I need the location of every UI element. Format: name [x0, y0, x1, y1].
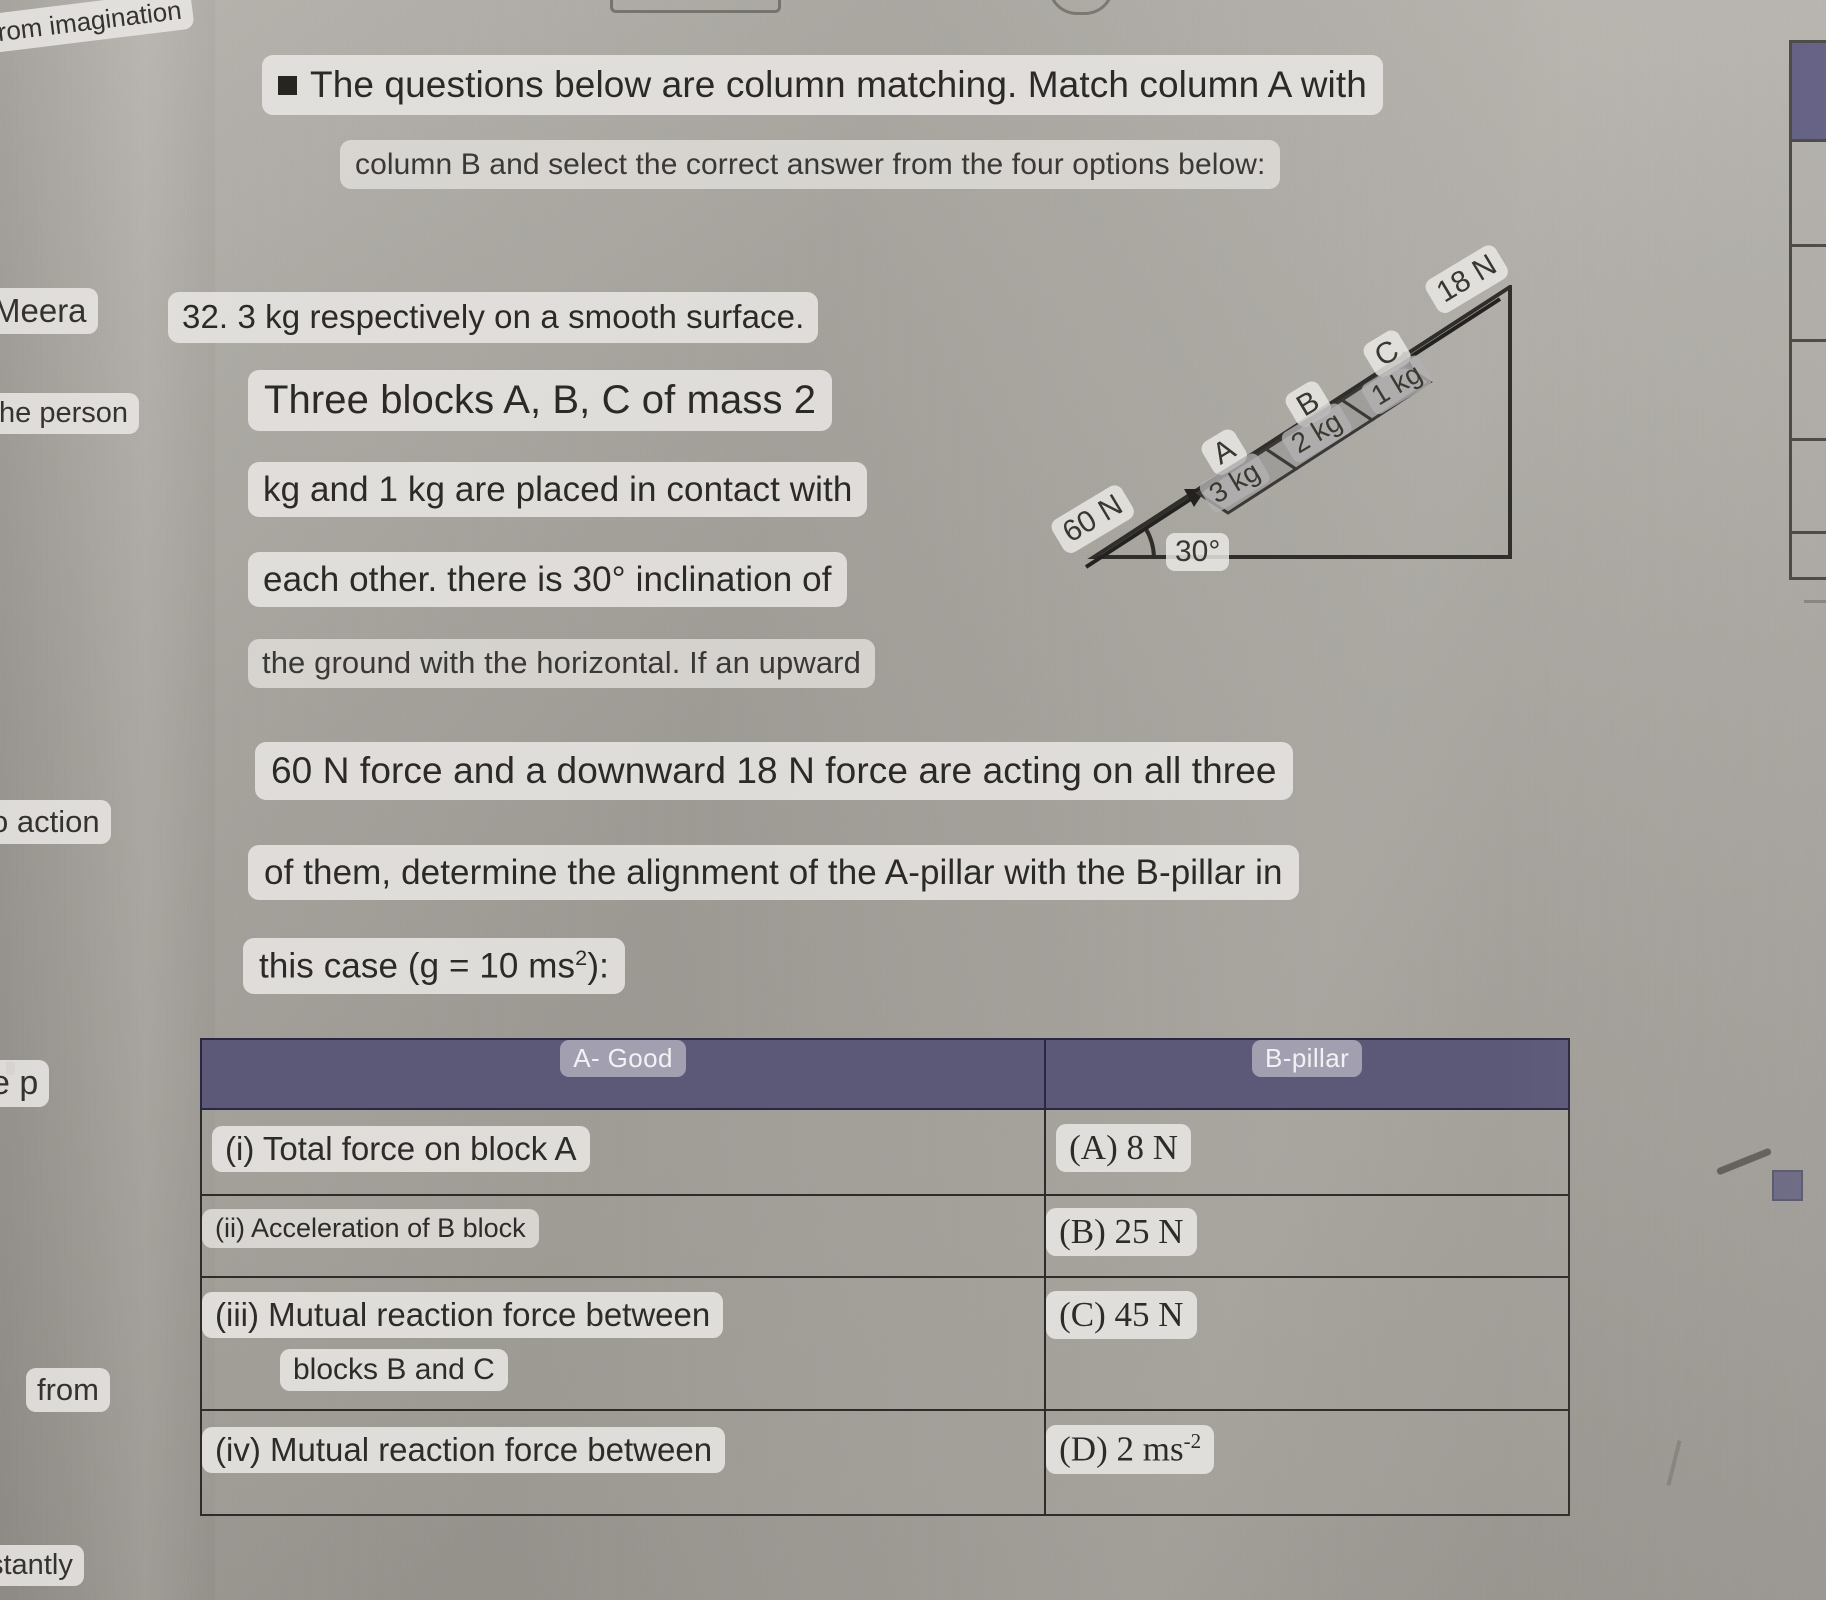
row-3-item-b: (C) 45 N	[1046, 1291, 1197, 1339]
instruction-line-1: The questions below are column matching.…	[262, 55, 1383, 115]
margin-fragment-the-person: the person	[0, 393, 140, 434]
adjacent-page-table-edge	[1789, 40, 1826, 580]
row-1-item-a: (i) Total force on block A	[212, 1126, 590, 1172]
row-2-option-value: 25 N	[1114, 1212, 1184, 1251]
row-1-item-b: (A) 8 N	[1056, 1124, 1192, 1172]
table-header-row: A- Good B-pillar	[199, 1038, 1570, 1110]
adjacent-table-header-edge	[1792, 43, 1826, 142]
row-4-option-letter: (D)	[1059, 1429, 1108, 1469]
adjacent-table-row-edge	[1792, 441, 1826, 534]
margin-fragment-meera: Meera	[0, 288, 98, 334]
stray-square-marker	[1772, 1170, 1803, 1201]
row-2-cell-b[interactable]: (B) 25 N	[1044, 1194, 1570, 1278]
gravity-exponent: 2	[575, 945, 588, 970]
row-2-option-letter: (B)	[1059, 1212, 1106, 1251]
row-3-item-a-continuation: blocks B and C	[280, 1349, 508, 1391]
instruction-line-2: column B and select the correct answer f…	[340, 140, 1281, 190]
question-number-line: 32. 3 kg respectively on a smooth surfac…	[168, 292, 819, 343]
adjacent-table-row-edge	[1792, 247, 1826, 342]
pen-stray-mark	[1715, 1147, 1773, 1176]
column-header-b-label: B-pillar	[1252, 1040, 1363, 1077]
margin-fragment-e-p: e p	[0, 1060, 50, 1107]
row-4-cell-a[interactable]: (iv) Mutual reaction force between	[199, 1409, 1047, 1516]
row-4-item-a: (iv) Mutual reaction force between	[202, 1427, 726, 1473]
column-matching-table: A- Good B-pillar (i) Total force on bloc…	[199, 1038, 1570, 1516]
instruction-line-1-text: The questions below are column matching.…	[310, 64, 1367, 105]
table-row[interactable]: (iv) Mutual reaction force between (D) 2…	[199, 1409, 1570, 1516]
row-4-option-exponent: -2	[1183, 1429, 1202, 1453]
gravity-text-post: ):	[587, 946, 609, 986]
row-1-cell-b[interactable]: (A) 8 N	[1044, 1108, 1570, 1196]
question-line-8: this case (g = 10 ms2):	[243, 938, 625, 994]
question-line-7: of them, determine the alignment of the …	[248, 845, 1299, 901]
adjacent-table-row-edge	[1792, 342, 1826, 441]
margin-fragment-o-action: o action	[0, 800, 111, 844]
table-row[interactable]: (ii) Acceleration of B block (B) 25 N	[199, 1194, 1570, 1278]
row-3-cell-a[interactable]: (iii) Mutual reaction force between bloc…	[199, 1276, 1047, 1411]
row-4-option-value: 2 ms	[1116, 1429, 1184, 1469]
row-3-option-letter: (C)	[1059, 1295, 1106, 1334]
question-line-2: Three blocks A, B, C of mass 2	[248, 370, 833, 432]
row-4-item-b: (D) 2 ms-2	[1046, 1425, 1215, 1474]
row-3-item-a-continuation-wrap: blocks B and C	[280, 1349, 1044, 1391]
row-3-option-value: 45 N	[1114, 1295, 1184, 1334]
row-4-cell-b[interactable]: (D) 2 ms-2	[1044, 1409, 1570, 1516]
question-line-5: the ground with the horizontal. If an up…	[248, 639, 875, 688]
column-header-a-label: A- Good	[560, 1040, 686, 1077]
question-line-3: kg and 1 kg are placed in contact with	[248, 462, 868, 518]
row-1-option-value: 8 N	[1126, 1128, 1179, 1167]
margin-fragment-imagination: rom imagination	[0, 0, 195, 54]
row-3-cell-b[interactable]: (C) 45 N	[1044, 1276, 1570, 1411]
row-3-item-a: (iii) Mutual reaction force between	[202, 1292, 724, 1338]
table-row[interactable]: (iii) Mutual reaction force between bloc…	[199, 1276, 1570, 1411]
column-header-b: B-pillar	[1044, 1038, 1570, 1110]
row-2-item-b: (B) 25 N	[1046, 1208, 1197, 1256]
row-1-cell-a[interactable]: (i) Total force on block A	[199, 1108, 1047, 1196]
page-edge-notch	[610, 0, 781, 13]
page-edge-scratch	[1666, 1440, 1682, 1486]
page-edge-tick	[1804, 600, 1826, 603]
column-header-a: A- Good	[199, 1038, 1047, 1110]
adjacent-table-row-edge	[1792, 142, 1826, 247]
page-edge-curl	[1048, 0, 1114, 15]
question-line-6: 60 N force and a downward 18 N force are…	[255, 742, 1293, 800]
angle-arc	[1144, 528, 1156, 558]
gravity-text-pre: this case (g = 10 ms	[259, 946, 576, 986]
inclined-plane-figure: 60 N 30° 18 N A B C 3 kg 2 kg 1 kg	[1048, 241, 1600, 585]
row-2-cell-a[interactable]: (ii) Acceleration of B block	[199, 1194, 1047, 1278]
row-2-item-a: (ii) Acceleration of B block	[202, 1209, 539, 1248]
angle-label-30deg: 30°	[1166, 533, 1230, 571]
table-body: (i) Total force on block A (A) 8 N (ii)	[199, 1108, 1570, 1516]
photographed-page: rom imagination Meera the person o actio…	[0, 0, 1826, 1600]
question-line-4: each other. there is 30° inclination of	[248, 552, 847, 608]
margin-fragment-from: from	[26, 1368, 110, 1412]
table-header: A- Good B-pillar	[199, 1038, 1570, 1110]
square-bullet-icon	[278, 76, 297, 95]
table-row[interactable]: (i) Total force on block A (A) 8 N	[199, 1108, 1570, 1196]
row-1-option-letter: (A)	[1069, 1128, 1118, 1167]
margin-fragment-stantly: stantly	[0, 1545, 84, 1586]
